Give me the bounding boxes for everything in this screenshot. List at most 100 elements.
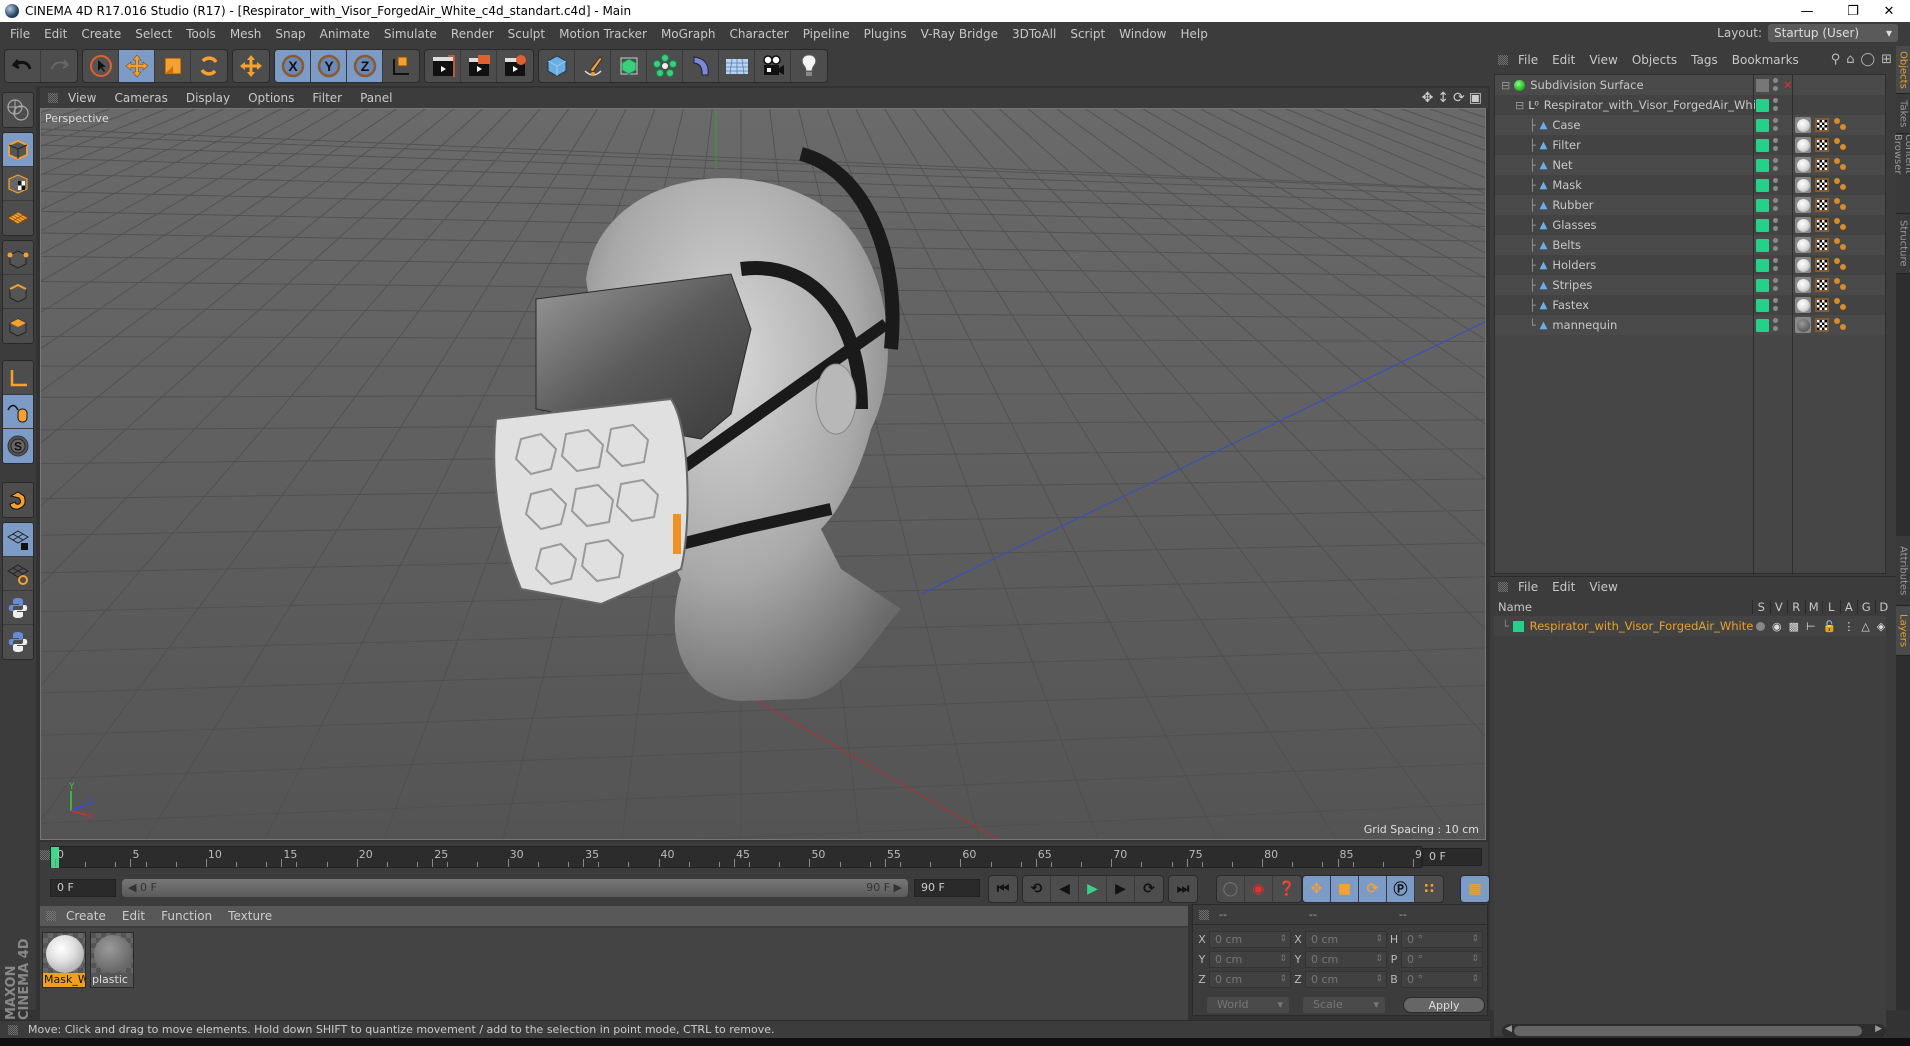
object-row[interactable]: ⊟ Subdivision Surface ✕ <box>1495 75 1885 95</box>
polygons-mode-icon[interactable] <box>3 309 33 343</box>
uvw-tag-icon[interactable] <box>1815 258 1829 272</box>
layer-color-swatch[interactable] <box>1756 198 1769 212</box>
floor-icon[interactable] <box>719 50 755 82</box>
viewport-menu-panel[interactable]: Panel <box>360 91 392 105</box>
timeline-window-icon[interactable]: ▦ <box>1461 876 1489 902</box>
cloner-icon[interactable] <box>647 50 683 82</box>
coordinate-mode-dropdown[interactable]: Scale ▾ <box>1303 997 1385 1013</box>
python-icon[interactable] <box>3 591 33 625</box>
visibility-dots[interactable] <box>1773 118 1779 132</box>
tab-layers[interactable]: Layers <box>1896 606 1910 656</box>
layer-color-swatch[interactable] <box>1756 298 1769 312</box>
object-menu-bookmarks[interactable]: Bookmarks <box>1732 53 1799 67</box>
uvw-tag-icon[interactable] <box>1815 238 1829 252</box>
phong-tag-icon[interactable] <box>1833 278 1847 292</box>
object-row[interactable]: ├ ▲ Glasses <box>1495 215 1885 235</box>
menu-sculpt[interactable]: Sculpt <box>508 27 545 41</box>
object-name[interactable]: Rubber <box>1552 198 1593 212</box>
edges-mode-icon[interactable] <box>3 275 33 309</box>
key-parameter-icon[interactable]: Ⓟ <box>1387 876 1415 902</box>
object-menu-edit[interactable]: Edit <box>1552 53 1575 67</box>
visibility-dots[interactable] <box>1773 238 1779 252</box>
layer-col-l[interactable]: L <box>1822 600 1840 614</box>
material-tag-icon[interactable] <box>1795 237 1811 253</box>
size-z-field[interactable]: 0 cm <box>1305 971 1387 988</box>
render-settings-icon[interactable] <box>497 50 533 82</box>
layer-color-swatch[interactable] <box>1756 238 1769 252</box>
phong-tag-icon[interactable] <box>1833 298 1847 312</box>
solo-icon[interactable]: S <box>3 429 33 463</box>
tab-attributes[interactable]: Attributes <box>1896 536 1910 606</box>
object-name[interactable]: Subdivision Surface <box>1530 78 1643 92</box>
rotation-p-field[interactable]: 0 ° <box>1401 951 1483 968</box>
viewport-menu-view[interactable]: View <box>68 91 96 105</box>
z-axis-icon[interactable]: Z <box>347 50 383 82</box>
key-rotation-icon[interactable]: ⟳ <box>1359 876 1387 902</box>
object-row[interactable]: └ ▲ mannequin <box>1495 315 1885 335</box>
next-frame-icon[interactable]: ▶ <box>1107 876 1135 902</box>
menu-render[interactable]: Render <box>451 27 494 41</box>
menu-v-ray-bridge[interactable]: V-Ray Bridge <box>921 27 998 41</box>
new-view-icon[interactable]: ⊞ <box>1881 52 1892 67</box>
visibility-dots[interactable] <box>1773 318 1779 332</box>
phong-tag-icon[interactable] <box>1833 318 1847 332</box>
menu-plugins[interactable]: Plugins <box>864 27 907 41</box>
phong-tag-icon[interactable] <box>1833 138 1847 152</box>
layer-col-a[interactable]: A <box>1839 600 1858 614</box>
menu-simulate[interactable]: Simulate <box>384 27 437 41</box>
material-swatch[interactable]: Mask_W <box>42 932 86 988</box>
current-frame-field[interactable]: 0 F <box>1422 848 1482 866</box>
uvw-tag-icon[interactable] <box>1815 218 1829 232</box>
dolly-icon[interactable]: ↕ <box>1437 90 1449 106</box>
uvw-tag-icon[interactable] <box>1815 198 1829 212</box>
menu-script[interactable]: Script <box>1070 27 1105 41</box>
menu-3dtoall[interactable]: 3DToAll <box>1012 27 1056 41</box>
layer-color-swatch[interactable] <box>1756 138 1769 152</box>
phong-tag-icon[interactable] <box>1833 198 1847 212</box>
object-name[interactable]: Glasses <box>1552 218 1596 232</box>
render-view-icon[interactable] <box>425 50 461 82</box>
y-axis-icon[interactable]: Y <box>311 50 347 82</box>
scroll-left-icon[interactable]: ◀ <box>1505 1024 1512 1034</box>
phong-tag-icon[interactable] <box>1833 158 1847 172</box>
position-z-field[interactable]: 0 cm <box>1209 971 1291 988</box>
home-icon[interactable]: ⌂ <box>1846 52 1854 67</box>
menu-motion-tracker[interactable]: Motion Tracker <box>559 27 647 41</box>
python-icon[interactable] <box>3 625 33 659</box>
coordinate-system-icon[interactable] <box>383 50 419 82</box>
auto-key-icon[interactable]: ◉ <box>1245 876 1273 902</box>
scale-icon[interactable] <box>155 50 191 82</box>
goto-start-icon[interactable]: ⏮ <box>989 876 1017 902</box>
layer-color-swatch[interactable] <box>1756 98 1769 112</box>
visibility-dots[interactable] <box>1773 298 1779 312</box>
solo-flag-icon[interactable] <box>1756 621 1765 631</box>
move-alt-icon[interactable] <box>233 50 269 82</box>
size-x-field[interactable]: 0 cm <box>1305 931 1387 948</box>
camera-icon[interactable] <box>755 50 791 82</box>
object-name[interactable]: mannequin <box>1552 318 1617 332</box>
rotation-h-field[interactable]: 0 ° <box>1401 931 1483 948</box>
position-x-field[interactable]: 0 cm <box>1209 931 1291 948</box>
light-icon[interactable] <box>791 50 827 82</box>
object-menu-file[interactable]: File <box>1518 53 1538 67</box>
material-menu-texture[interactable]: Texture <box>228 909 272 923</box>
maximize-view-icon[interactable]: ▣ <box>1469 90 1482 106</box>
visibility-dots[interactable] <box>1773 278 1779 292</box>
object-menu-view[interactable]: View <box>1589 53 1617 67</box>
tab-structure[interactable]: Structure <box>1896 214 1910 274</box>
material-tag-icon[interactable] <box>1795 257 1811 273</box>
object-row[interactable]: ├ ▲ Filter <box>1495 135 1885 155</box>
phong-tag-icon[interactable] <box>1833 238 1847 252</box>
menu-file[interactable]: File <box>10 27 30 41</box>
x-axis-icon[interactable]: X <box>275 50 311 82</box>
layer-toggle-icon[interactable] <box>1756 78 1769 92</box>
menu-window[interactable]: Window <box>1119 27 1166 41</box>
key-pla-icon[interactable]: ∷ <box>1415 876 1443 902</box>
phong-tag-icon[interactable] <box>1833 178 1847 192</box>
material-menu-create[interactable]: Create <box>66 909 106 923</box>
object-name[interactable]: Fastex <box>1552 298 1589 312</box>
panel-grip[interactable] <box>46 911 56 921</box>
layer-color-swatch[interactable] <box>1512 620 1524 632</box>
perspective-viewport[interactable]: Perspective Grid Spacing : 10 cm Y Z X <box>40 108 1486 840</box>
close-icon[interactable]: ✕ <box>1866 0 1910 22</box>
